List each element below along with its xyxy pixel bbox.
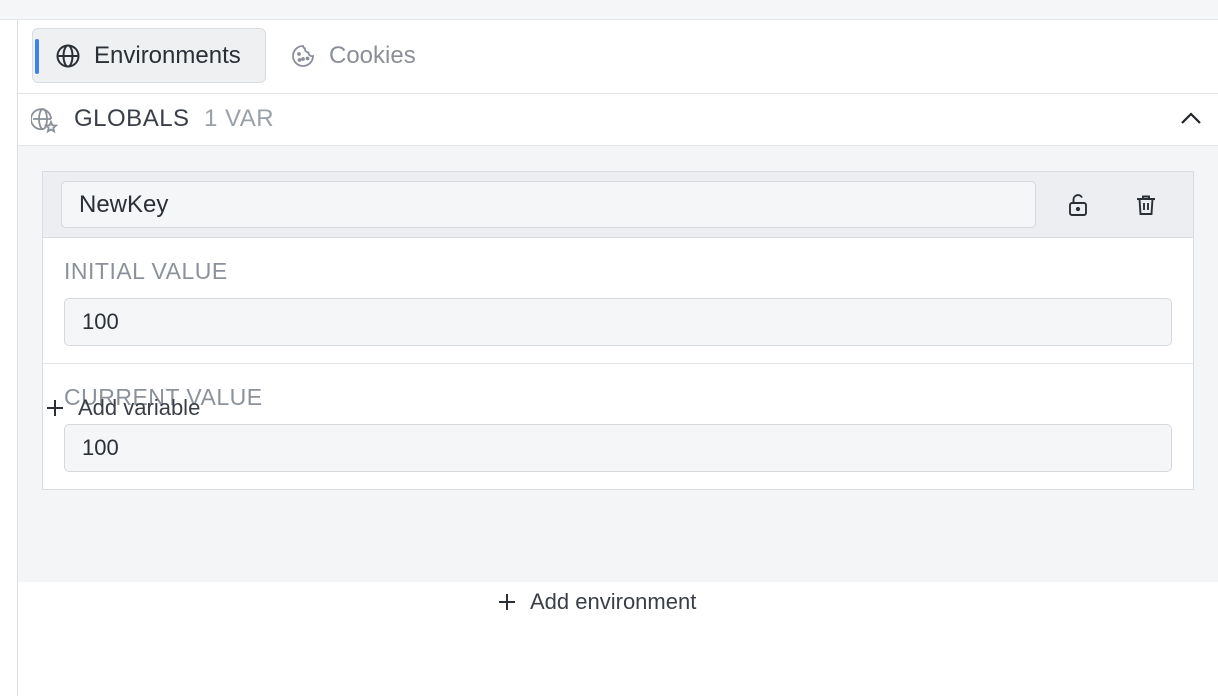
plus-icon xyxy=(44,397,66,419)
add-environment-label: Add environment xyxy=(530,589,697,614)
globals-title: GLOBALS xyxy=(74,105,190,132)
trash-icon[interactable] xyxy=(1133,192,1159,218)
globals-body: NewKey INITIAL VALUE 100 CURRENT VALUE 1… xyxy=(18,146,1218,582)
tab-environments[interactable]: Environments xyxy=(32,28,266,83)
variable-card-header: NewKey xyxy=(43,172,1193,238)
add-variable-button[interactable]: Add variable xyxy=(44,392,200,424)
unlock-icon[interactable] xyxy=(1065,192,1091,218)
tab-environments-label: Environments xyxy=(94,41,241,69)
chevron-up-icon[interactable] xyxy=(1178,106,1204,132)
tab-cookies-label: Cookies xyxy=(329,41,416,69)
cookie-icon xyxy=(290,43,316,69)
tab-cookies[interactable]: Cookies xyxy=(290,28,450,83)
divider xyxy=(43,363,1193,364)
variable-key-input[interactable]: NewKey xyxy=(61,181,1036,228)
globe-icon xyxy=(55,43,81,69)
plus-icon xyxy=(496,591,518,613)
active-tab-indicator xyxy=(35,39,39,74)
tab-bar: Environments Cookies xyxy=(18,20,1218,94)
add-variable-label: Add variable xyxy=(78,395,201,420)
globe-star-icon xyxy=(30,107,59,135)
globals-var-count: 1 VAR xyxy=(204,105,275,132)
left-rail xyxy=(0,20,18,696)
add-environment-button[interactable]: Add environment xyxy=(496,586,696,618)
globals-header[interactable]: GLOBALS 1 VAR xyxy=(18,94,1218,146)
initial-value-input[interactable]: 100 xyxy=(64,298,1172,346)
top-bar xyxy=(0,0,1218,20)
variable-card: NewKey INITIAL VALUE 100 CURRENT VALUE 1… xyxy=(42,171,1194,490)
initial-value-label: INITIAL VALUE xyxy=(64,258,228,284)
current-value-input[interactable]: 100 xyxy=(64,424,1172,472)
